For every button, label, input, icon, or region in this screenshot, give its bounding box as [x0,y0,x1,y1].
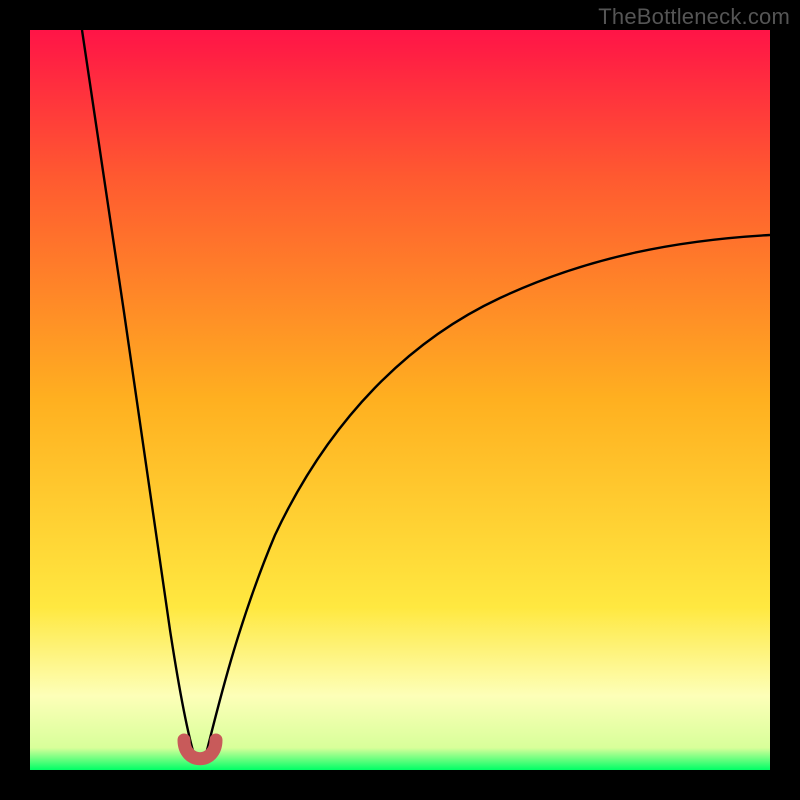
gradient-background [30,30,770,770]
watermark-text: TheBottleneck.com [598,4,790,30]
chart-svg [30,30,770,770]
plot-area [30,30,770,770]
chart-frame: TheBottleneck.com [0,0,800,800]
